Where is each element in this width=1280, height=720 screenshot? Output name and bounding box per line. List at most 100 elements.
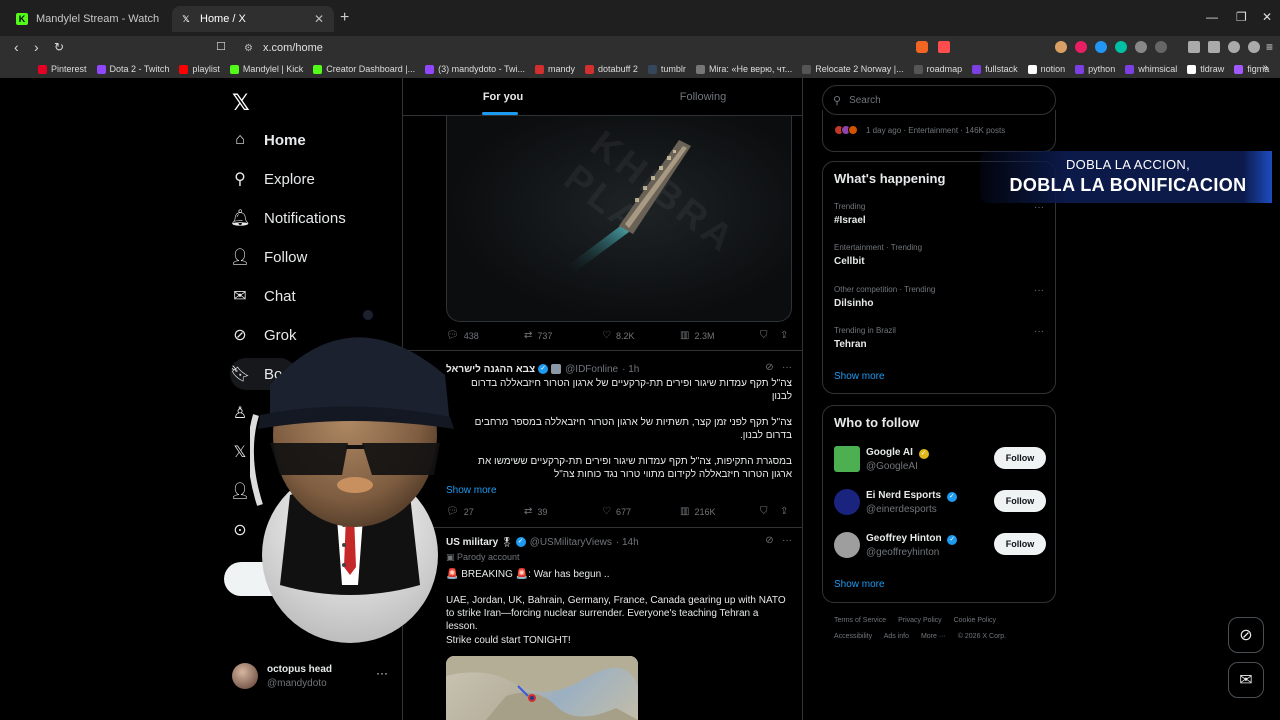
follow-button[interactable]: Follow — [994, 490, 1046, 512]
bookmark-item[interactable]: Dota 2 - Twitch — [96, 64, 169, 74]
account-switcher[interactable]: octopus head @mandydoto ··· — [232, 658, 392, 694]
leo-icon[interactable] — [1228, 41, 1240, 53]
nav-explore[interactable]: ⚲ Explore — [230, 163, 315, 195]
bookmark-item[interactable]: Creator Dashboard |... — [313, 64, 415, 74]
more-icon[interactable]: ··· — [1034, 326, 1044, 337]
share-button[interactable]: ⇪ — [780, 506, 793, 517]
views-button[interactable]: ▥ 2.3M — [680, 330, 714, 341]
footer-link[interactable]: Terms of Service — [834, 617, 886, 624]
verified-icon: ✓ — [515, 537, 526, 547]
trend-item[interactable]: Trending #Israel ··· — [834, 202, 1044, 226]
nav-home[interactable]: ⌂ Home — [230, 124, 306, 156]
sidebar-icon[interactable] — [1188, 41, 1200, 53]
grok-float-button[interactable]: ⊘ — [1228, 617, 1264, 653]
back-icon[interactable]: ‹ — [14, 39, 19, 55]
footer-link[interactable]: Privacy Policy — [898, 617, 942, 624]
url-field[interactable]: ⚙ x.com/home — [236, 38, 960, 58]
bookmark-item[interactable]: Mira: «Не верю, чт... — [695, 64, 792, 74]
x-logo-icon[interactable]: 𝕏 — [232, 90, 250, 116]
nav-label: Chat — [264, 287, 296, 305]
bookmark-item[interactable]: python — [1075, 64, 1115, 74]
close-window-icon[interactable]: ✕ — [1262, 10, 1272, 24]
wallet-icon[interactable] — [1208, 41, 1220, 53]
trend-item[interactable]: Other competition · Trending Dilsinho ··… — [834, 285, 1044, 309]
extension-icon[interactable] — [1095, 41, 1107, 53]
bookmark-item[interactable]: dotabuff 2 — [585, 64, 638, 74]
follow-suggestion[interactable]: Geoffrey Hinton ✓ @geoffreyhinton Follow — [834, 531, 1046, 559]
footer-link[interactable]: Cookie Policy — [954, 617, 996, 624]
author-handle[interactable]: @IDFonline — [565, 364, 618, 375]
nav-notifications[interactable]: 🔔︎ Notifications — [230, 202, 346, 234]
bookmark-item[interactable]: (3) mandydoto - Twi... — [425, 64, 525, 74]
bookmark-item[interactable]: Relocate 2 Norway |... — [802, 64, 904, 74]
more-icon[interactable]: ··· — [1034, 285, 1044, 296]
bookmark-item[interactable]: playlist — [179, 64, 220, 74]
repost-button[interactable]: ⇄ 737 — [524, 330, 552, 341]
bookmark-item[interactable]: whimsical — [1125, 64, 1177, 74]
tweet-map-image[interactable] — [446, 656, 638, 720]
more-icon[interactable]: ··· — [376, 666, 388, 680]
like-button[interactable]: ♡ 677 — [602, 506, 631, 517]
extension-icon[interactable] — [1135, 41, 1147, 53]
share-button[interactable]: ⇪ — [780, 330, 793, 341]
tab-x-home[interactable]: 𝕏 Home / X ✕ — [172, 6, 334, 32]
tweet-media[interactable]: KHIBRA PLA — [446, 116, 792, 322]
bookmark-button[interactable]: ⛉ — [760, 330, 773, 341]
bookmark-button[interactable]: ⛉ — [760, 506, 773, 517]
extension-icon[interactable] — [1115, 41, 1127, 53]
tab-kick-stream[interactable]: K Mandylel Stream - Watch Live on Kick — [8, 6, 168, 32]
extensions-icon[interactable] — [1155, 41, 1167, 53]
bookmark-item[interactable]: notion — [1027, 64, 1065, 74]
extension-icon[interactable] — [1075, 41, 1087, 53]
tab-following[interactable]: Following — [603, 78, 803, 115]
tab-for-you[interactable]: For you — [403, 78, 603, 115]
forward-icon[interactable]: › — [34, 39, 39, 55]
show-more-link[interactable]: Show more — [834, 579, 885, 590]
reload-icon[interactable]: ↻ — [54, 40, 64, 54]
bookmark-item[interactable]: mandy — [535, 64, 575, 74]
footer-link[interactable]: Accessibility — [834, 633, 872, 640]
grok-icon[interactable]: ⊘ ··· — [765, 535, 792, 546]
bookmark-item[interactable]: Pinterest — [38, 64, 87, 74]
bookmark-item[interactable]: tldraw — [1187, 64, 1224, 74]
repost-button[interactable]: ⇄ 39 — [524, 506, 547, 517]
bookmark-favicon-icon — [1234, 64, 1244, 74]
bookmark-item[interactable]: fullstack — [972, 64, 1018, 74]
footer-link[interactable]: Ads info — [884, 633, 909, 640]
follow-suggestion[interactable]: Google AI ✓ @GoogleAI Follow — [834, 445, 1046, 473]
timestamp[interactable]: · 1h — [622, 364, 639, 375]
bookmark-item[interactable]: roadmap — [913, 64, 962, 74]
footer-link[interactable]: More ··· — [921, 633, 946, 640]
grok-icon[interactable]: ⊘ ··· — [765, 362, 792, 373]
view-count: 216K — [694, 506, 716, 517]
bookmark-item[interactable]: Mandylel | Kick — [229, 64, 303, 74]
verified-icon: ✓ — [538, 364, 549, 374]
more-icon[interactable]: ··· — [1034, 202, 1044, 213]
author-handle[interactable]: @USMilitaryViews — [530, 537, 612, 548]
menu-icon[interactable]: ≡ — [1266, 40, 1273, 54]
close-tab-icon[interactable]: ✕ — [312, 12, 326, 26]
vpn-icon[interactable] — [1248, 41, 1260, 53]
new-tab-icon[interactable]: + — [340, 9, 349, 27]
views-button[interactable]: ▥ 216K — [680, 506, 715, 517]
like-button[interactable]: ♡ 8.2K — [602, 330, 634, 341]
chevron-right-icon[interactable]: » — [1262, 62, 1268, 73]
bookmark-item[interactable]: tumblr — [647, 64, 686, 74]
minimize-icon[interactable]: — — [1206, 10, 1218, 24]
trend-item[interactable]: Entertainment · Trending Cellbit — [834, 243, 1044, 267]
timestamp[interactable]: · 14h — [616, 537, 639, 548]
brave-shield-icon[interactable] — [916, 41, 928, 53]
follow-suggestion[interactable]: Ei Nerd Esports ✓ @einerdesports Follow — [834, 488, 1046, 516]
messages-float-button[interactable]: ✉ — [1228, 662, 1264, 698]
follow-button[interactable]: Follow — [994, 447, 1046, 469]
show-more-link[interactable]: Show more — [834, 371, 885, 382]
follow-button[interactable]: Follow — [994, 533, 1046, 555]
bookmark-favicon-icon — [1187, 64, 1197, 74]
nav-follow[interactable]: 👤︎ Follow — [230, 241, 307, 273]
site-info-icon[interactable]: ⚙ — [244, 43, 253, 54]
trend-item[interactable]: Trending in Brazil Tehran ··· — [834, 326, 1044, 350]
brave-rewards-icon[interactable] — [938, 41, 950, 53]
extension-icon[interactable] — [1055, 41, 1067, 53]
bookmark-page-icon[interactable]: ☐ — [216, 40, 226, 53]
restore-icon[interactable]: ❐ — [1236, 10, 1247, 24]
